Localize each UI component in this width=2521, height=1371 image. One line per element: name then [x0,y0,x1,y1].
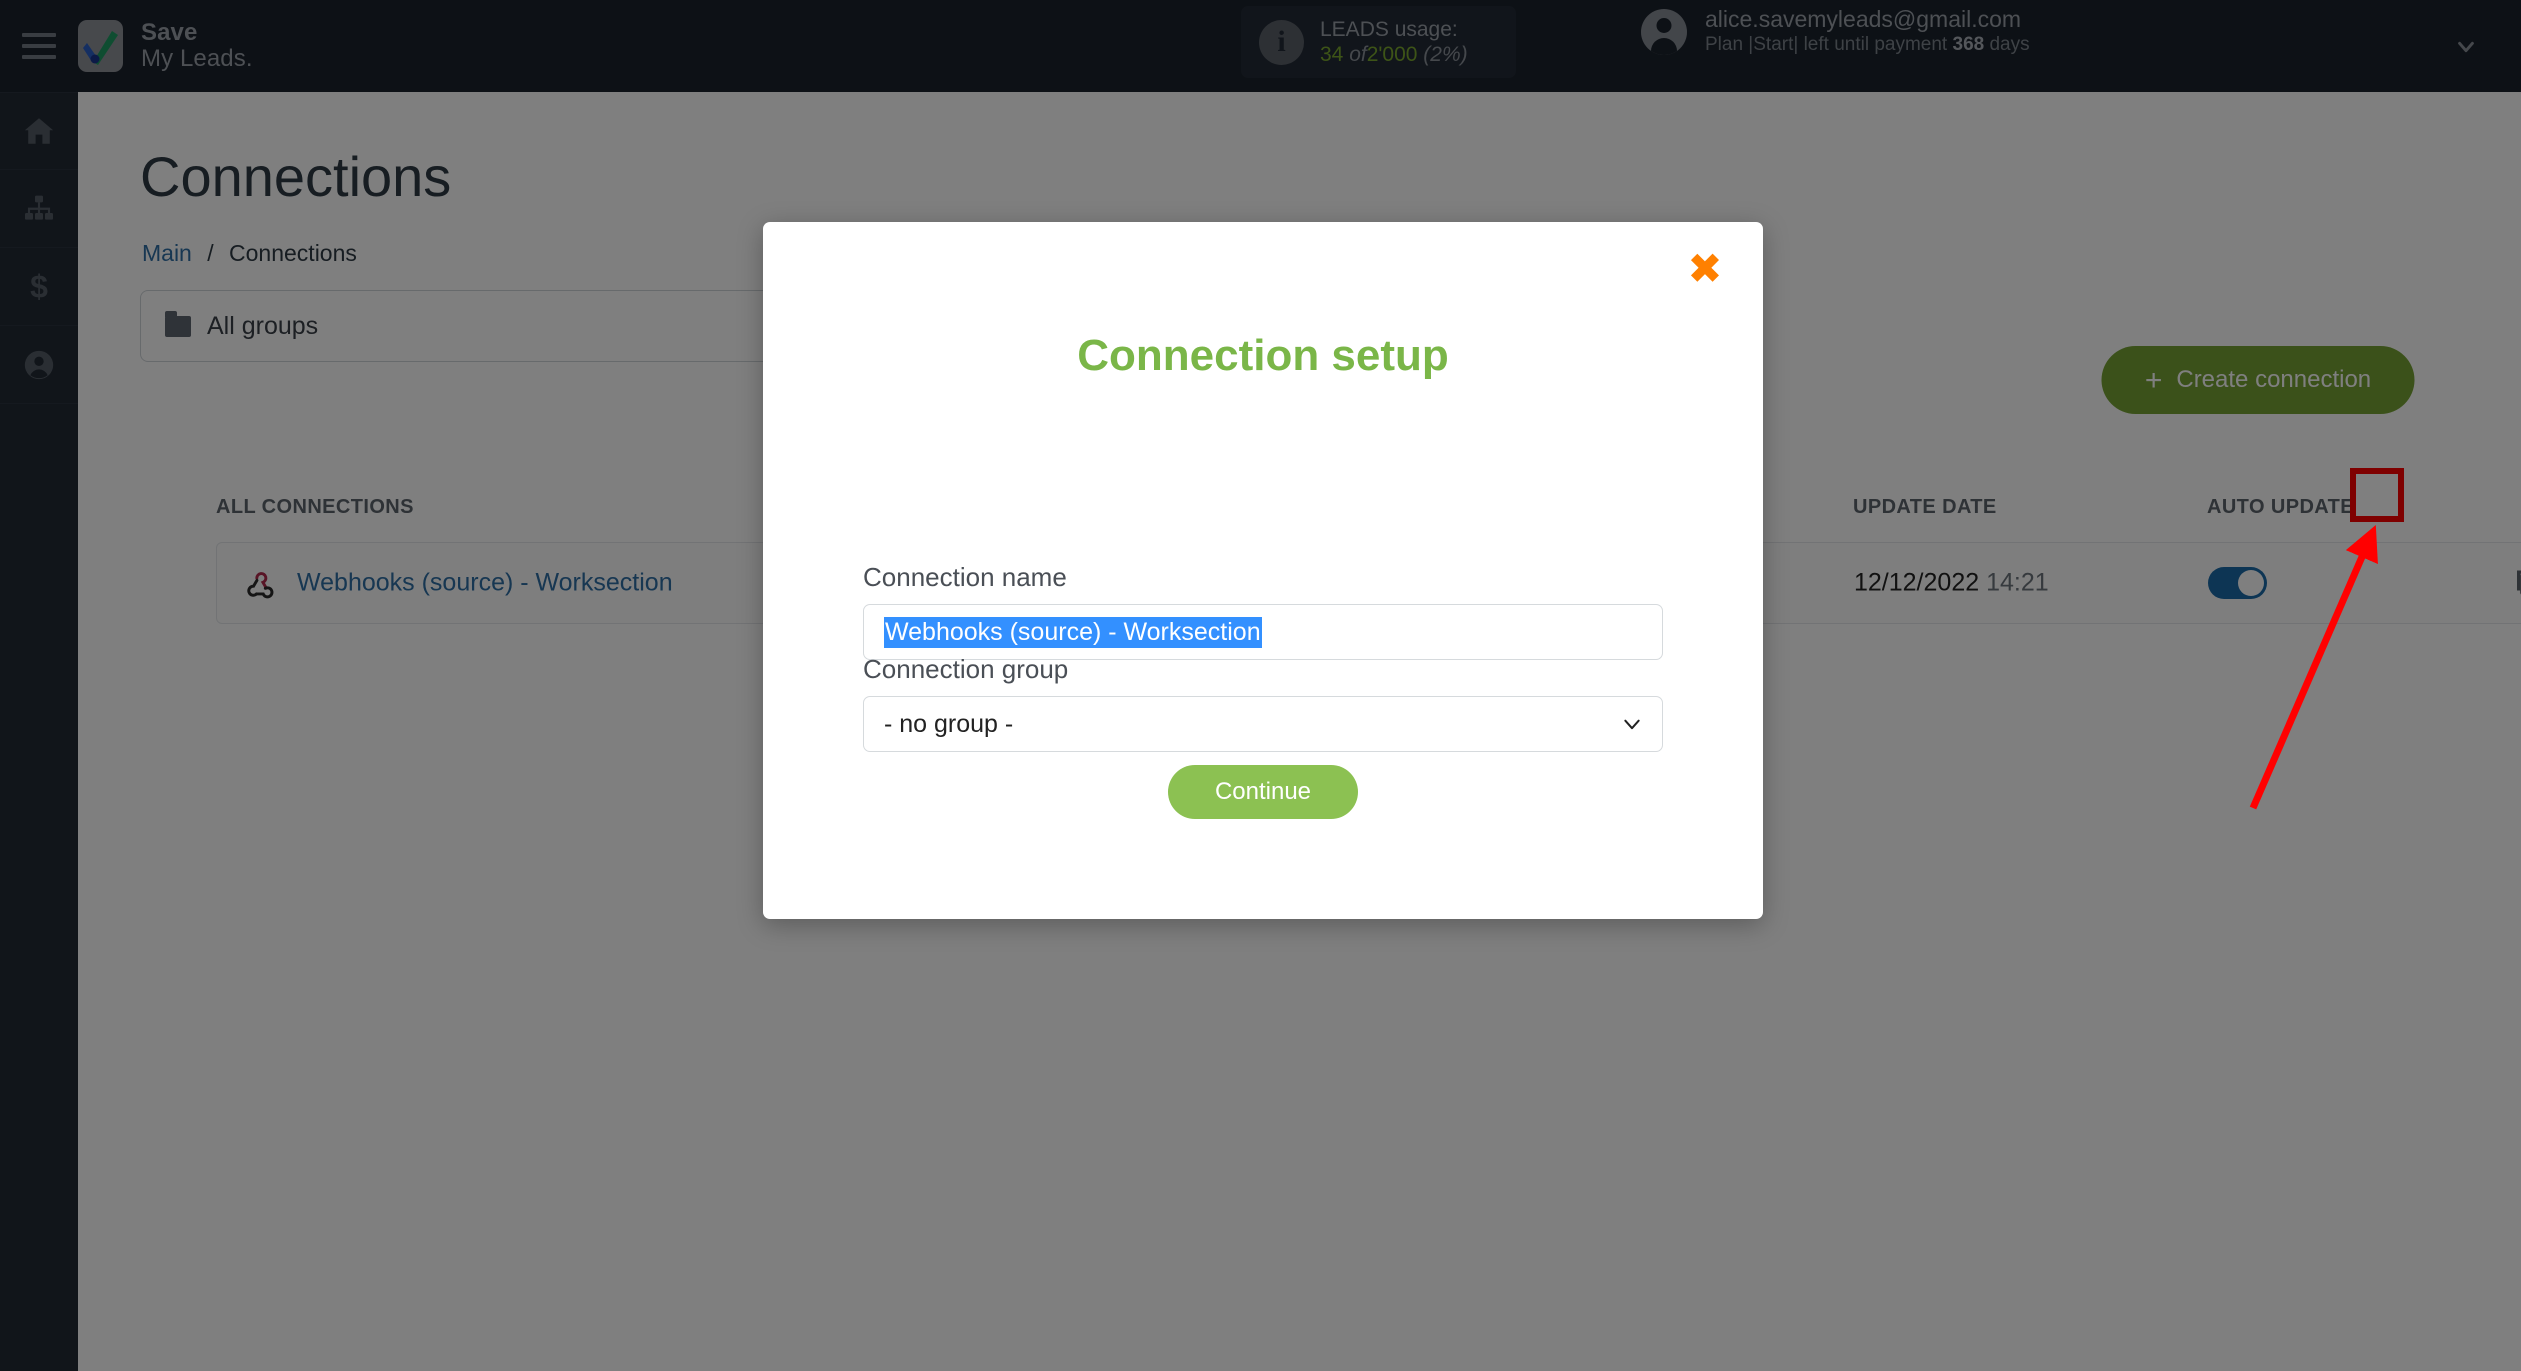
connection-group-label: Connection group [863,654,1069,684]
connection-group-value: - no group - [884,709,1014,738]
continue-button[interactable]: Continue [1168,765,1358,819]
connection-name-value: Webhooks (source) - Worksection [884,616,1262,648]
connection-setup-modal: ✖ Connection setup Connection name Webho… [763,222,1763,919]
close-icon[interactable]: ✖ [1685,248,1725,290]
connection-group-select[interactable]: - no group - [863,696,1663,752]
connection-name-label: Connection name [863,562,1067,592]
modal-title: Connection setup [1077,331,1449,380]
chevron-down-icon [1624,719,1640,730]
connection-name-input[interactable]: Webhooks (source) - Worksection [863,604,1663,660]
